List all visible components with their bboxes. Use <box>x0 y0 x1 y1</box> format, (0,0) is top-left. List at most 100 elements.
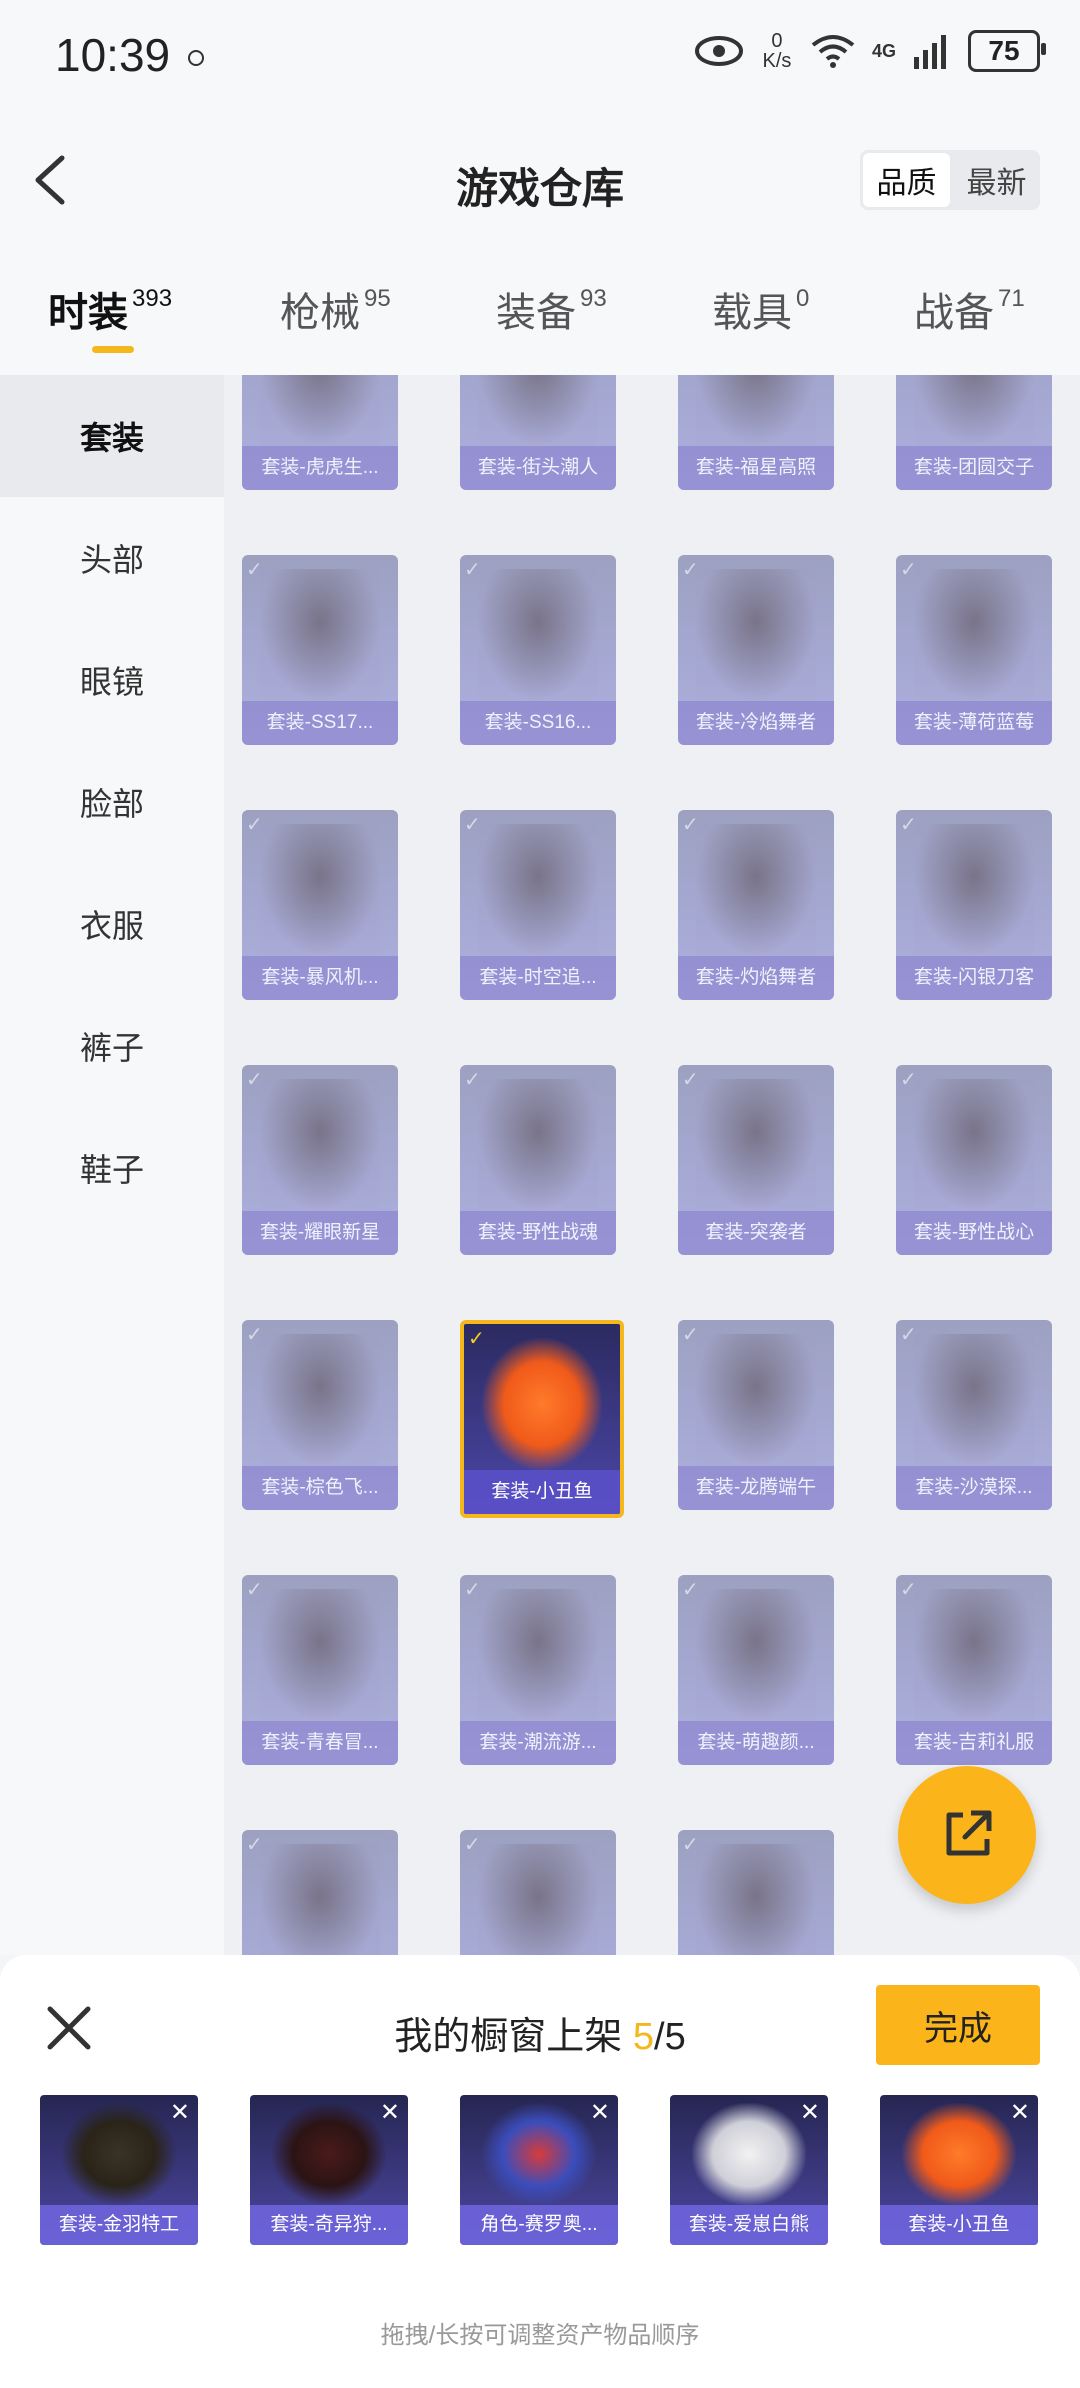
reorder-hint: 拖拽/长按可调整资产物品顺序 <box>380 2322 700 2349</box>
showcase-item[interactable]: ✕ 套装-小丑鱼 <box>880 2095 1038 2245</box>
item-label: 套装-耀眼新星 <box>242 1211 398 1255</box>
sort-quality-button[interactable]: 品质 <box>863 153 950 207</box>
item-thumbnail <box>696 1079 816 1211</box>
item-label: 套装-SS16... <box>460 701 616 745</box>
item-card[interactable]: ✓ 套装-耀眼新星 <box>242 1065 398 1255</box>
eye-icon <box>694 36 743 66</box>
showcase-item[interactable]: ✕ 角色-赛罗奥... <box>460 2095 618 2245</box>
item-card[interactable]: ✓套装-福星高照 <box>678 375 834 490</box>
item-thumbnail <box>914 569 1034 701</box>
item-card[interactable]: ✓ 套装-时空追... <box>460 810 616 1000</box>
item-card[interactable]: ✓ 套装-薄荷蓝莓 <box>896 555 1052 745</box>
top-bar: 游戏仓库 品质 最新 <box>0 110 1080 250</box>
item-thumbnail <box>478 1589 598 1721</box>
item-label: 套装-暴风机... <box>242 956 398 1000</box>
sidebar-item-face[interactable]: 脸部 <box>0 741 224 863</box>
sort-latest-button[interactable]: 最新 <box>953 150 1040 210</box>
tab-underline <box>92 346 134 353</box>
item-grid[interactable]: ✓套装-虎虎生...✓套装-街头潮人✓套装-福星高照✓套装-团圆交子✓套装-SS… <box>224 375 1080 1955</box>
item-card[interactable]: ✓ 套装-SS16... <box>460 555 616 745</box>
item-label: 套装-沙漠探... <box>896 1466 1052 1510</box>
showcase-item[interactable]: ✕ 套装-金羽特工 <box>40 2095 198 2245</box>
sidebar-item-glasses[interactable]: 眼镜 <box>0 619 224 741</box>
item-card[interactable]: ✓ 套装-棕色飞... <box>242 1320 398 1510</box>
item-card[interactable]: ✓ 套装-吉莉礼服 <box>896 1575 1052 1765</box>
item-card[interactable]: ✓ 套装-萌趣颜... <box>678 1575 834 1765</box>
item-card[interactable]: ✓ 套装-闪银刀客 <box>896 810 1052 1000</box>
item-card[interactable]: ✓ <box>242 1830 398 1955</box>
item-card[interactable]: ✓套装-虎虎生... <box>242 375 398 490</box>
item-thumbnail <box>260 1589 380 1721</box>
remove-icon[interactable]: ✕ <box>380 2101 400 2125</box>
showcase-item-label: 套装-金羽特工 <box>40 2205 198 2245</box>
item-thumbnail <box>914 1079 1034 1211</box>
item-card[interactable]: ✓ 套装-冷焰舞者 <box>678 555 834 745</box>
item-card[interactable]: ✓ 套装-灼焰舞者 <box>678 810 834 1000</box>
share-icon <box>946 1810 992 1856</box>
item-card[interactable]: ✓ 套装-沙漠探... <box>896 1320 1052 1510</box>
item-label: 套装-时空追... <box>460 956 616 1000</box>
tab-count: 95 <box>364 285 391 312</box>
item-thumbnail <box>478 1844 598 1955</box>
sidebar-item-suit[interactable]: 套装 <box>0 375 224 497</box>
tab-equipment[interactable]: 装备 93 <box>496 280 607 338</box>
item-card[interactable]: ✓套装-团圆交子 <box>896 375 1052 490</box>
net-speed: 0 K/s <box>760 31 794 71</box>
item-card[interactable]: ✓ 套装-龙腾端午 <box>678 1320 834 1510</box>
item-thumbnail <box>696 1844 816 1955</box>
remove-icon[interactable]: ✕ <box>170 2101 190 2125</box>
item-thumbnail <box>260 1334 380 1466</box>
item-thumbnail <box>696 824 816 956</box>
tab-supplies[interactable]: 战备 71 <box>914 280 1025 338</box>
item-label: 套装-青春冒... <box>242 1721 398 1765</box>
tab-count: 71 <box>998 285 1025 312</box>
item-card[interactable]: ✓ 套装-野性战心 <box>896 1065 1052 1255</box>
item-card[interactable]: ✓ <box>678 1830 834 1955</box>
item-thumbnail <box>696 1589 816 1721</box>
showcase-item[interactable]: ✕ 套装-奇异狩... <box>250 2095 408 2245</box>
tab-label: 枪械 <box>280 291 360 335</box>
remove-icon[interactable]: ✕ <box>590 2101 610 2125</box>
item-card[interactable]: ✓套装-街头潮人 <box>460 375 616 490</box>
item-label: 套装-突袭者 <box>678 1211 834 1255</box>
item-card[interactable]: ✓ 套装-潮流游... <box>460 1575 616 1765</box>
item-label: 套装-潮流游... <box>460 1721 616 1765</box>
net-speed-unit: K/s <box>762 50 792 72</box>
item-card[interactable]: ✓ 套装-野性战魂 <box>460 1065 616 1255</box>
item-card[interactable]: ✓ 套装-青春冒... <box>242 1575 398 1765</box>
share-button[interactable] <box>898 1766 1036 1904</box>
tab-vehicles[interactable]: 载具 0 <box>712 280 809 338</box>
done-button[interactable]: 完成 <box>876 1985 1040 2065</box>
showcase-item[interactable]: ✕ 套装-爱崽白熊 <box>670 2095 828 2245</box>
item-label: 套装-SS17... <box>242 701 398 745</box>
tab-label: 战备 <box>914 291 994 335</box>
item-card[interactable]: ✓ 套装-暴风机... <box>242 810 398 1000</box>
tab-guns[interactable]: 枪械 95 <box>280 280 391 338</box>
showcase-title-text: 我的橱窗上架 <box>394 2016 633 2058</box>
showcase-items: ✕ 套装-金羽特工 ✕ 套装-奇异狩... ✕ 角色-赛罗奥... ✕ 套装-爱崽白熊 ✕ 套装-… <box>40 2095 1040 2245</box>
item-label: 套装-闪银刀客 <box>896 956 1052 1000</box>
item-thumbnail <box>914 1334 1034 1466</box>
remove-icon[interactable]: ✕ <box>1010 2101 1030 2125</box>
item-label: 套装-冷焰舞者 <box>678 701 834 745</box>
item-thumbnail <box>478 1079 598 1211</box>
tab-count: 393 <box>132 285 173 312</box>
item-label: 套装-灼焰舞者 <box>678 956 834 1000</box>
sidebar-item-shoes[interactable]: 鞋子 <box>0 1107 224 1229</box>
sidebar-item-clothes[interactable]: 衣服 <box>0 863 224 985</box>
item-label: 套装-街头潮人 <box>460 446 616 490</box>
sidebar-item-head[interactable]: 头部 <box>0 497 224 619</box>
item-card[interactable]: ✓ 套装-小丑鱼 <box>460 1320 624 1518</box>
showcase-thumbnail <box>692 2103 806 2205</box>
item-card[interactable]: ✓ <box>460 1830 616 1955</box>
item-thumbnail <box>696 1334 816 1466</box>
showcase-item-label: 套装-小丑鱼 <box>880 2205 1038 2245</box>
remove-icon[interactable]: ✕ <box>800 2101 820 2125</box>
status-bar: 10:39 0 K/s 4G 75 <box>0 0 1080 110</box>
tab-fashion[interactable]: 时装 393 <box>48 280 172 338</box>
sidebar-item-pants[interactable]: 裤子 <box>0 985 224 1107</box>
item-card[interactable]: ✓ 套装-SS17... <box>242 555 398 745</box>
status-icons: 0 K/s 4G 75 <box>694 30 1046 72</box>
notification-icon <box>188 50 204 66</box>
item-card[interactable]: ✓ 套装-突袭者 <box>678 1065 834 1255</box>
